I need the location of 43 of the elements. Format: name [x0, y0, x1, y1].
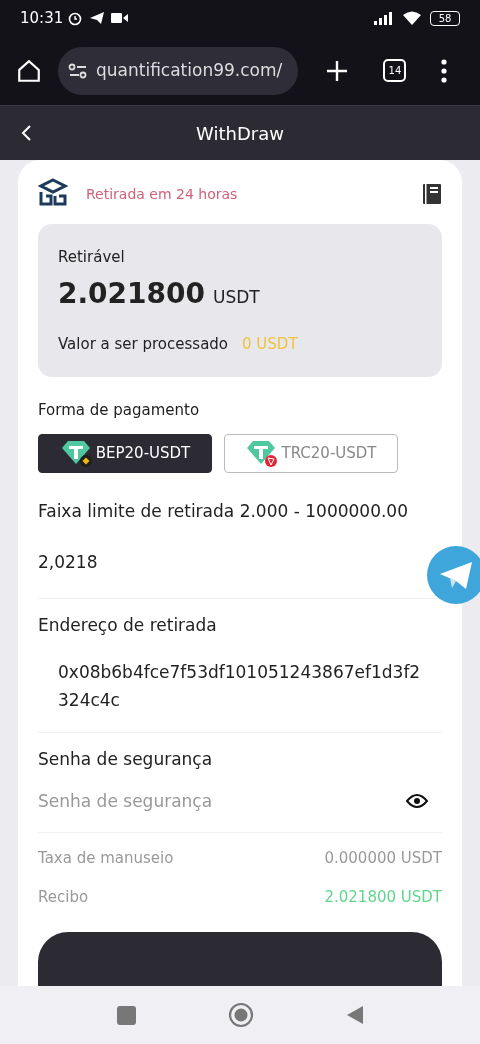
home-icon[interactable] [16, 57, 42, 84]
tether-icon [59, 439, 94, 467]
balance-amount: 2.021800 [58, 275, 205, 312]
pending-value: 0 USDT [242, 333, 298, 355]
menu-icon[interactable] [440, 58, 447, 83]
summary-value: 2.021800 USDT [324, 886, 442, 908]
password-label: Senha de segurança [38, 748, 214, 771]
limit-text: Faixa limite de retirada 2.000 - 1000000.00 [38, 499, 409, 523]
address-field[interactable]: 0x08b6b4fce7f53df101051243867ef1d3f2324c4c [38, 658, 442, 733]
plus-icon[interactable] [325, 58, 350, 83]
tab-count[interactable]: 14 [383, 59, 407, 82]
address-bar[interactable]: quantification99.com/ [58, 46, 298, 95]
recents-icon[interactable] [116, 1005, 136, 1025]
payment-label: Forma de pagamento [38, 400, 201, 421]
payment-method-button[interactable]: BEP20-USDT [38, 433, 212, 473]
balance-unit: USDT [213, 285, 260, 309]
payment-method-button[interactable]: TRC20-USDT [224, 433, 398, 473]
battery-icon: 58 [430, 10, 460, 26]
summary-value: 0.000000 USDT [324, 848, 442, 869]
telegram-icon [89, 11, 106, 25]
telegram-button[interactable] [426, 545, 480, 605]
signal-icon [374, 11, 394, 25]
home-nav-icon[interactable] [227, 1002, 254, 1028]
wifi-icon [402, 10, 422, 26]
address-label: Endereço de retirada [38, 613, 218, 637]
back-nav-icon[interactable] [345, 1005, 364, 1025]
password-field[interactable]: Senha de segurança [38, 788, 406, 814]
eye-icon[interactable] [406, 793, 428, 810]
summary-label: Taxa de manuseio [38, 848, 174, 869]
url-text[interactable]: quantification99.com/ [96, 57, 283, 84]
site-settings-icon[interactable] [68, 62, 88, 79]
tether-icon [245, 439, 280, 467]
page-title: WithDraw [195, 121, 285, 146]
alarm-icon [67, 10, 84, 26]
balance-label: Retirável [58, 247, 126, 268]
back-icon[interactable] [20, 124, 34, 142]
status-time: 10:31 [20, 7, 64, 29]
video-icon [111, 12, 130, 24]
pending-label: Valor a ser processado [58, 333, 229, 355]
notice-text: Retirada em 24 horas [86, 184, 239, 204]
book-icon[interactable] [422, 183, 442, 205]
amount-field[interactable]: 2,0218 [38, 552, 98, 572]
summary-label: Recibo [38, 886, 89, 908]
